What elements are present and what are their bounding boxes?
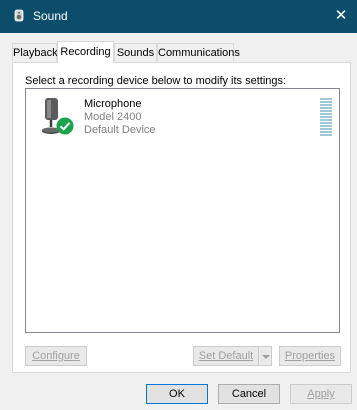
configure-button[interactable]: Configure [25, 346, 87, 366]
set-default-dropdown-arrow[interactable] [258, 346, 272, 366]
list-item-microphone[interactable]: Microphone Model 2400 Default Device [26, 89, 339, 149]
instruction-text: Select a recording device below to modif… [25, 75, 287, 87]
level-meter [320, 98, 332, 138]
speaker-icon [14, 9, 24, 22]
ok-button[interactable]: OK [146, 384, 208, 404]
device-status: Default Device [84, 124, 156, 136]
close-button[interactable]: ✕ [331, 6, 351, 26]
tab-communications[interactable]: Communications [157, 43, 240, 61]
device-name: Microphone [84, 98, 142, 110]
set-default-button[interactable]: Set Default [193, 346, 259, 366]
cancel-button[interactable]: Cancel [218, 384, 280, 404]
set-default-label: Set Default [198, 350, 254, 362]
configure-label: Configure [32, 350, 80, 362]
window-body: Playback Recording Sounds Communications… [0, 33, 357, 410]
device-list[interactable]: Microphone Model 2400 Default Device [25, 88, 340, 333]
tab-playback[interactable]: Playback [12, 43, 58, 61]
tab-sounds[interactable]: Sounds [114, 43, 157, 61]
properties-button[interactable]: Properties [279, 346, 341, 366]
title-bar: Sound ✕ [0, 0, 357, 33]
check-badge-icon [56, 117, 74, 135]
apply-button[interactable]: Apply [290, 384, 352, 404]
window-title: Sound [33, 9, 68, 23]
recording-panel: Select a recording device below to modif… [12, 62, 351, 373]
properties-label: Properties [284, 350, 336, 362]
device-model: Model 2400 [84, 111, 142, 123]
apply-label: Apply [307, 388, 335, 400]
tab-recording[interactable]: Recording [57, 41, 114, 63]
